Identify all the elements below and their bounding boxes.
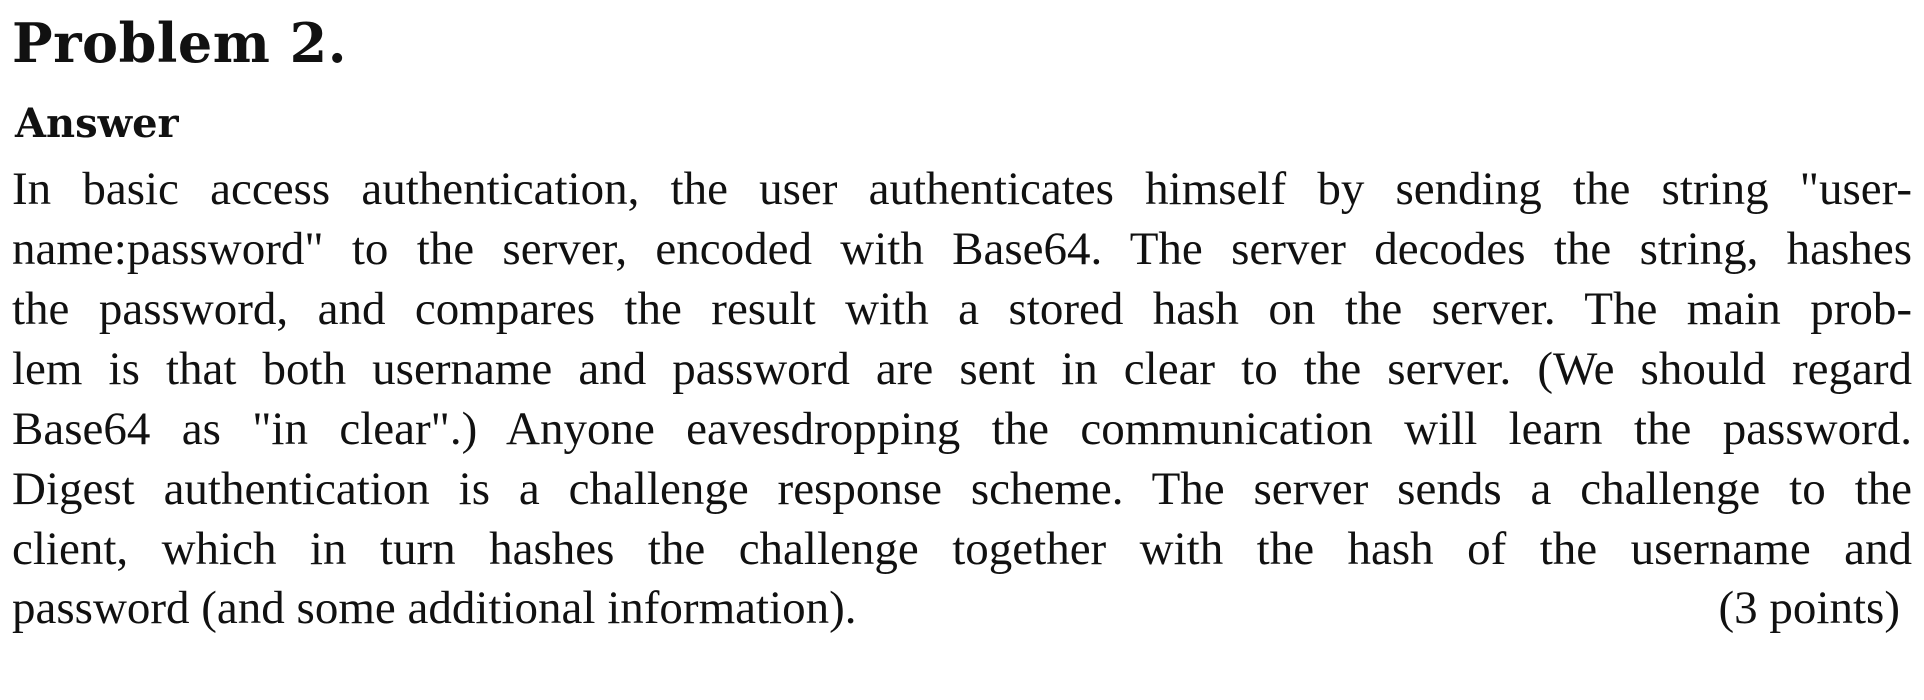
problem-title: Problem 2. [12,11,348,75]
answer-text-line-4: lem is that both username and password a… [12,343,1912,395]
answer-text-line-7: client, which in turn hashes the challen… [12,523,1912,575]
answer-text-line-5: Base64 as "in clear".) Anyone eavesdropp… [12,403,1912,455]
answer-text-line-3: the password, and compares the result wi… [12,283,1912,335]
answer-heading: Answer [15,100,179,147]
answer-text-line-8: password (and some additional informatio… [12,582,857,634]
answer-text-line-6: Digest authentication is a challenge res… [12,463,1912,515]
points-label: (3 points) [1718,582,1900,634]
answer-text-line-1: In basic access authentication, the user… [12,163,1912,215]
answer-text-line-2: name:password" to the server, encoded wi… [12,223,1912,275]
